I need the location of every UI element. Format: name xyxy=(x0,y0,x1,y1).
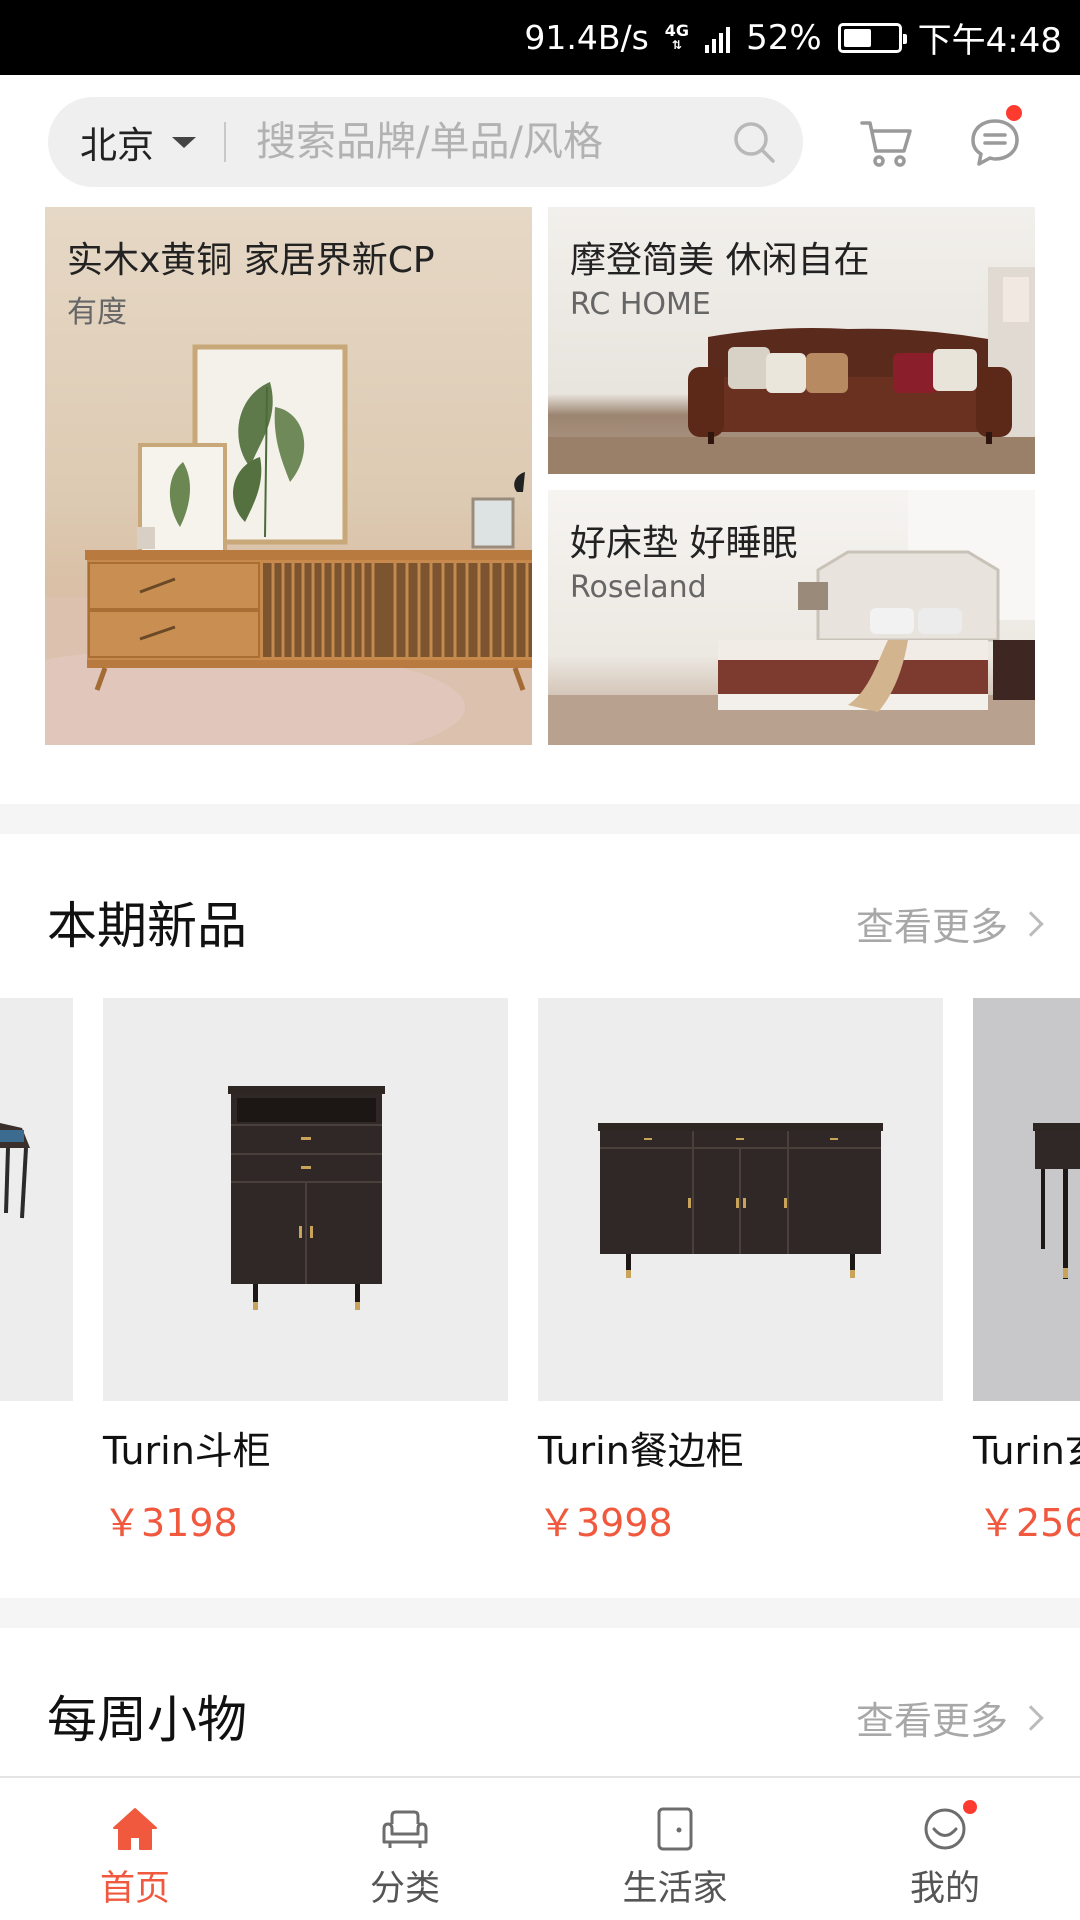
banner-subtitle: RC HOME xyxy=(570,287,711,322)
banner-subtitle: Roseland xyxy=(570,570,707,605)
product-price: ￥3198 xyxy=(103,1501,238,1545)
dresser-image xyxy=(228,1086,385,1310)
banner-sofa[interactable]: 摩登简美 休闲自在 RC HOME xyxy=(548,207,1035,474)
product-price: ￥256 xyxy=(978,1501,1080,1545)
more-label: 查看更多 xyxy=(855,905,1008,949)
cart-icon[interactable] xyxy=(858,113,916,171)
search-bar[interactable]: 北京 xyxy=(48,97,803,187)
weekly-more-link[interactable]: 查看更多 xyxy=(855,1690,1044,1745)
smile-icon xyxy=(924,1808,966,1850)
product-name: Turin餐边柜 xyxy=(538,1429,744,1473)
sideboard-product-image xyxy=(598,1123,883,1278)
tab-label: 首页 xyxy=(99,1869,170,1909)
tab-label: 分类 xyxy=(369,1869,440,1909)
caret-down-icon xyxy=(172,136,196,148)
search-icon[interactable] xyxy=(731,119,777,165)
section-title-weekly: 每周小物 xyxy=(47,1691,247,1749)
desk-image xyxy=(0,1123,30,1219)
product-card-2[interactable] xyxy=(538,998,943,1401)
tab-profile[interactable]: 我的 xyxy=(845,1778,1045,1920)
network-type-icon: 4G ⇅ xyxy=(664,20,690,52)
chevron-right-icon xyxy=(1018,910,1044,937)
product-name: Turin玄 xyxy=(973,1429,1080,1473)
banner-mattress[interactable]: 好床垫 好睡眠 Roseland xyxy=(548,490,1035,745)
top-header: 北京 xyxy=(0,75,1080,205)
tab-category[interactable]: 分类 xyxy=(305,1778,505,1920)
network-type-label: 4G xyxy=(664,20,690,40)
product-name: Turin斗柜 xyxy=(103,1429,271,1473)
chevron-right-icon xyxy=(1018,1704,1044,1731)
battery-icon xyxy=(837,22,907,53)
banner-subtitle: 有度 xyxy=(67,295,127,330)
battery-fill xyxy=(843,28,871,47)
more-label: 查看更多 xyxy=(855,1699,1008,1743)
home-icon xyxy=(113,1808,157,1850)
search-input[interactable] xyxy=(256,119,726,165)
message-badge xyxy=(1006,105,1022,121)
section-separator xyxy=(0,1598,1080,1628)
product-card-3[interactable] xyxy=(973,998,1080,1401)
sofa-icon xyxy=(382,1810,428,1848)
status-bar: 91.4B/s 4G ⇅ 52% 下午4:48 xyxy=(0,0,1080,75)
tab-lifestyle[interactable]: 生活家 xyxy=(575,1778,775,1920)
clock: 下午4:48 xyxy=(917,21,1062,61)
message-icon[interactable] xyxy=(966,113,1024,171)
profile-badge xyxy=(963,1800,977,1814)
banner-sideboard[interactable]: 实木x黄铜 家居界新CP 有度 xyxy=(45,207,532,745)
new-products-more-link[interactable]: 查看更多 xyxy=(855,896,1044,951)
city-selector[interactable]: 北京 xyxy=(80,115,196,169)
section-title-new-products: 本期新品 xyxy=(47,897,247,955)
banner-title: 好床垫 好睡眠 xyxy=(570,523,798,564)
signal-icon xyxy=(705,23,731,53)
product-card-1[interactable] xyxy=(103,998,508,1401)
tab-label: 生活家 xyxy=(622,1869,728,1909)
banner-title: 摩登简美 休闲自在 xyxy=(570,240,870,281)
network-speed: 91.4B/s xyxy=(524,18,649,57)
door-icon xyxy=(657,1807,693,1851)
tab-home[interactable]: 首页 xyxy=(35,1778,235,1920)
section-separator xyxy=(0,804,1080,834)
city-label: 北京 xyxy=(80,124,154,167)
battery-percent: 52% xyxy=(746,17,822,58)
search-divider xyxy=(224,122,226,162)
console-table-image xyxy=(1033,1123,1080,1279)
tab-label: 我的 xyxy=(909,1869,980,1909)
bottom-tab-bar: 首页 分类 生活家 我的 xyxy=(0,1776,1080,1920)
banner-title: 实木x黄铜 家居界新CP xyxy=(67,240,435,281)
product-card-partial-left[interactable] xyxy=(0,998,73,1401)
product-price: ￥3998 xyxy=(538,1501,673,1545)
